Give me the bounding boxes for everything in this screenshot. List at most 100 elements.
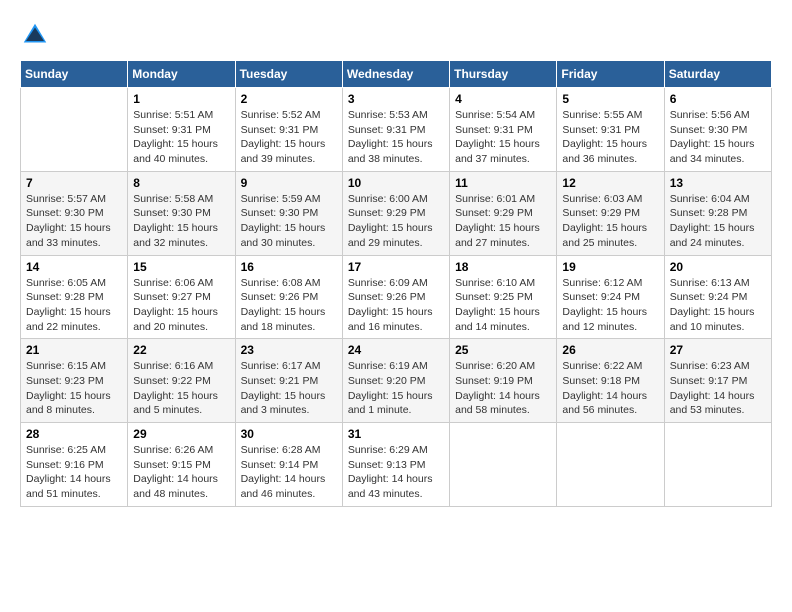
calendar-cell: 1 Sunrise: 5:51 AM Sunset: 9:31 PM Daylig… xyxy=(128,88,235,172)
day-number: 9 xyxy=(241,176,337,190)
day-number: 4 xyxy=(455,92,551,106)
day-number: 23 xyxy=(241,343,337,357)
day-info: Sunrise: 6:22 AM Sunset: 9:18 PM Dayligh… xyxy=(562,359,658,418)
day-number: 6 xyxy=(670,92,766,106)
calendar-cell: 14Sunrise: 6:05 AM Sunset: 9:28 PM Dayli… xyxy=(21,255,128,339)
calendar-cell: 30 Sunrise: 6:28 AM Sunset: 9:14 PM Dayli… xyxy=(235,423,342,507)
day-info: Sunrise: 6:13 AM Sunset: 9:24 PM Dayligh… xyxy=(670,276,766,335)
weekday-header: Thursday xyxy=(450,61,557,88)
calendar-week-row: 14Sunrise: 6:05 AM Sunset: 9:28 PM Dayli… xyxy=(21,255,772,339)
calendar-table: SundayMondayTuesdayWednesdayThursdayFrid… xyxy=(20,60,772,507)
calendar-cell: 24 Sunrise: 6:19 AM Sunset: 9:20 PM Dayli… xyxy=(342,339,449,423)
page-header xyxy=(20,20,772,50)
calendar-cell: 6 Sunrise: 5:56 AM Sunset: 9:30 PM Daylig… xyxy=(664,88,771,172)
day-number: 7 xyxy=(26,176,122,190)
calendar-cell: 16 Sunrise: 6:08 AM Sunset: 9:26 PM Dayli… xyxy=(235,255,342,339)
day-info: Sunrise: 6:03 AM Sunset: 9:29 PM Dayligh… xyxy=(562,192,658,251)
calendar-cell: 15 Sunrise: 6:06 AM Sunset: 9:27 PM Dayli… xyxy=(128,255,235,339)
weekday-header: Monday xyxy=(128,61,235,88)
day-info: Sunrise: 6:05 AM Sunset: 9:28 PM Dayligh… xyxy=(26,276,122,335)
day-number: 5 xyxy=(562,92,658,106)
calendar-cell: 19Sunrise: 6:12 AM Sunset: 9:24 PM Dayli… xyxy=(557,255,664,339)
calendar-cell: 7 Sunrise: 5:57 AM Sunset: 9:30 PM Daylig… xyxy=(21,171,128,255)
day-number: 13 xyxy=(670,176,766,190)
calendar-cell: 29 Sunrise: 6:26 AM Sunset: 9:15 PM Dayli… xyxy=(128,423,235,507)
day-info: Sunrise: 6:00 AM Sunset: 9:29 PM Dayligh… xyxy=(348,192,444,251)
day-number: 12 xyxy=(562,176,658,190)
day-info: Sunrise: 6:04 AM Sunset: 9:28 PM Dayligh… xyxy=(670,192,766,251)
calendar-week-row: 28 Sunrise: 6:25 AM Sunset: 9:16 PM Dayli… xyxy=(21,423,772,507)
calendar-cell: 31 Sunrise: 6:29 AM Sunset: 9:13 PM Dayli… xyxy=(342,423,449,507)
calendar-cell: 27 Sunrise: 6:23 AM Sunset: 9:17 PM Dayli… xyxy=(664,339,771,423)
day-number: 30 xyxy=(241,427,337,441)
calendar-cell: 21 Sunrise: 6:15 AM Sunset: 9:23 PM Dayli… xyxy=(21,339,128,423)
day-info: Sunrise: 6:29 AM Sunset: 9:13 PM Dayligh… xyxy=(348,443,444,502)
day-info: Sunrise: 6:01 AM Sunset: 9:29 PM Dayligh… xyxy=(455,192,551,251)
day-info: Sunrise: 5:56 AM Sunset: 9:30 PM Dayligh… xyxy=(670,108,766,167)
calendar-cell: 9 Sunrise: 5:59 AM Sunset: 9:30 PM Daylig… xyxy=(235,171,342,255)
calendar-cell: 20Sunrise: 6:13 AM Sunset: 9:24 PM Dayli… xyxy=(664,255,771,339)
day-info: Sunrise: 5:57 AM Sunset: 9:30 PM Dayligh… xyxy=(26,192,122,251)
day-number: 22 xyxy=(133,343,229,357)
day-number: 19 xyxy=(562,260,658,274)
calendar-week-row: 7 Sunrise: 5:57 AM Sunset: 9:30 PM Daylig… xyxy=(21,171,772,255)
day-number: 24 xyxy=(348,343,444,357)
day-info: Sunrise: 6:23 AM Sunset: 9:17 PM Dayligh… xyxy=(670,359,766,418)
calendar-cell: 4 Sunrise: 5:54 AM Sunset: 9:31 PM Daylig… xyxy=(450,88,557,172)
calendar-cell: 23Sunrise: 6:17 AM Sunset: 9:21 PM Dayli… xyxy=(235,339,342,423)
day-info: Sunrise: 5:51 AM Sunset: 9:31 PM Dayligh… xyxy=(133,108,229,167)
day-number: 21 xyxy=(26,343,122,357)
day-number: 26 xyxy=(562,343,658,357)
day-info: Sunrise: 6:19 AM Sunset: 9:20 PM Dayligh… xyxy=(348,359,444,418)
calendar-cell: 13 Sunrise: 6:04 AM Sunset: 9:28 PM Dayli… xyxy=(664,171,771,255)
logo xyxy=(20,20,54,50)
calendar-week-row: 1 Sunrise: 5:51 AM Sunset: 9:31 PM Daylig… xyxy=(21,88,772,172)
calendar-cell: 8Sunrise: 5:58 AM Sunset: 9:30 PM Daylig… xyxy=(128,171,235,255)
day-number: 27 xyxy=(670,343,766,357)
day-info: Sunrise: 6:16 AM Sunset: 9:22 PM Dayligh… xyxy=(133,359,229,418)
day-number: 11 xyxy=(455,176,551,190)
day-info: Sunrise: 6:09 AM Sunset: 9:26 PM Dayligh… xyxy=(348,276,444,335)
calendar-cell xyxy=(557,423,664,507)
weekday-header: Tuesday xyxy=(235,61,342,88)
day-info: Sunrise: 6:26 AM Sunset: 9:15 PM Dayligh… xyxy=(133,443,229,502)
day-number: 17 xyxy=(348,260,444,274)
day-number: 15 xyxy=(133,260,229,274)
calendar-cell: 25 Sunrise: 6:20 AM Sunset: 9:19 PM Dayli… xyxy=(450,339,557,423)
day-number: 18 xyxy=(455,260,551,274)
day-info: Sunrise: 6:15 AM Sunset: 9:23 PM Dayligh… xyxy=(26,359,122,418)
calendar-header-row: SundayMondayTuesdayWednesdayThursdayFrid… xyxy=(21,61,772,88)
day-number: 31 xyxy=(348,427,444,441)
calendar-cell: 12 Sunrise: 6:03 AM Sunset: 9:29 PM Dayli… xyxy=(557,171,664,255)
calendar-week-row: 21 Sunrise: 6:15 AM Sunset: 9:23 PM Dayli… xyxy=(21,339,772,423)
weekday-header: Friday xyxy=(557,61,664,88)
calendar-cell xyxy=(21,88,128,172)
day-number: 16 xyxy=(241,260,337,274)
calendar-cell: 3Sunrise: 5:53 AM Sunset: 9:31 PM Daylig… xyxy=(342,88,449,172)
day-number: 29 xyxy=(133,427,229,441)
calendar-cell: 5 Sunrise: 5:55 AM Sunset: 9:31 PM Daylig… xyxy=(557,88,664,172)
day-number: 8 xyxy=(133,176,229,190)
calendar-cell: 26 Sunrise: 6:22 AM Sunset: 9:18 PM Dayli… xyxy=(557,339,664,423)
day-number: 1 xyxy=(133,92,229,106)
day-number: 10 xyxy=(348,176,444,190)
day-info: Sunrise: 6:08 AM Sunset: 9:26 PM Dayligh… xyxy=(241,276,337,335)
day-info: Sunrise: 6:06 AM Sunset: 9:27 PM Dayligh… xyxy=(133,276,229,335)
day-info: Sunrise: 5:59 AM Sunset: 9:30 PM Dayligh… xyxy=(241,192,337,251)
day-info: Sunrise: 6:25 AM Sunset: 9:16 PM Dayligh… xyxy=(26,443,122,502)
calendar-cell xyxy=(664,423,771,507)
day-info: Sunrise: 5:54 AM Sunset: 9:31 PM Dayligh… xyxy=(455,108,551,167)
day-number: 28 xyxy=(26,427,122,441)
day-info: Sunrise: 5:55 AM Sunset: 9:31 PM Dayligh… xyxy=(562,108,658,167)
weekday-header: Sunday xyxy=(21,61,128,88)
calendar-cell: 18Sunrise: 6:10 AM Sunset: 9:25 PM Dayli… xyxy=(450,255,557,339)
calendar-cell xyxy=(450,423,557,507)
day-number: 25 xyxy=(455,343,551,357)
calendar-cell: 2 Sunrise: 5:52 AM Sunset: 9:31 PM Daylig… xyxy=(235,88,342,172)
day-info: Sunrise: 6:20 AM Sunset: 9:19 PM Dayligh… xyxy=(455,359,551,418)
day-info: Sunrise: 6:28 AM Sunset: 9:14 PM Dayligh… xyxy=(241,443,337,502)
calendar-cell: 28 Sunrise: 6:25 AM Sunset: 9:16 PM Dayli… xyxy=(21,423,128,507)
day-info: Sunrise: 5:52 AM Sunset: 9:31 PM Dayligh… xyxy=(241,108,337,167)
day-number: 2 xyxy=(241,92,337,106)
calendar-cell: 10 Sunrise: 6:00 AM Sunset: 9:29 PM Dayli… xyxy=(342,171,449,255)
